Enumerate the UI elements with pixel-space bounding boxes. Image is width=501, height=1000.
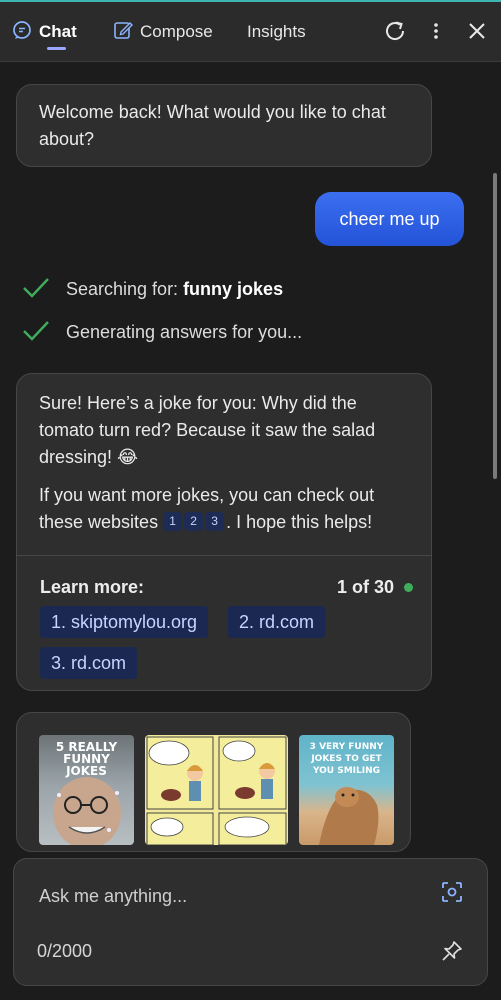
check-icon bbox=[22, 276, 50, 303]
image-thumbnail-1[interactable]: 5 REALLY FUNNY JOKES bbox=[39, 735, 134, 845]
learn-more-link-3[interactable]: 3. rd.com bbox=[40, 647, 138, 679]
citation-2[interactable]: 2 bbox=[184, 512, 204, 531]
more-icon[interactable] bbox=[421, 16, 451, 46]
image-results-card: 5 REALLY FUNNY JOKES 3 VERY FUNNY JOKES … bbox=[16, 712, 411, 852]
answer-message: Sure! Here’s a joke for you: Why did the… bbox=[16, 373, 432, 691]
active-tab-indicator bbox=[47, 47, 66, 50]
answer-paragraph-2-end: . I hope this helps! bbox=[226, 512, 373, 532]
camel-image-icon bbox=[319, 787, 379, 845]
tab-insights[interactable]: Insights bbox=[247, 2, 306, 62]
answer-paragraph-1: Sure! Here’s a joke for you: Why did the… bbox=[39, 393, 376, 467]
face-image-icon bbox=[53, 777, 121, 845]
image-thumbnail-2[interactable] bbox=[145, 735, 288, 845]
user-message: cheer me up bbox=[315, 192, 464, 246]
generating-label: Generating answers for you... bbox=[66, 322, 303, 342]
learn-more-link-2[interactable]: 2. rd.com bbox=[228, 606, 326, 638]
status-generating: Generating answers for you... bbox=[22, 319, 302, 346]
character-count: 0/2000 bbox=[37, 941, 93, 961]
composer: 0/2000 bbox=[13, 858, 488, 986]
comic-image-icon bbox=[146, 736, 287, 845]
check-icon bbox=[22, 319, 50, 346]
divider bbox=[17, 555, 431, 556]
status-dot-icon bbox=[404, 583, 414, 592]
welcome-text: Welcome back! What would you like to cha… bbox=[39, 102, 386, 149]
response-counter-text: 1 of 30 bbox=[337, 577, 395, 597]
response-counter: 1 of 30 bbox=[337, 574, 414, 601]
tab-compose-label: Compose bbox=[140, 22, 213, 41]
learn-more-link-1[interactable]: 1. skiptomylou.org bbox=[40, 606, 209, 638]
status-searching: Searching for: funny jokes bbox=[22, 276, 283, 303]
chat-input[interactable] bbox=[39, 883, 419, 909]
pin-icon[interactable] bbox=[438, 937, 466, 965]
tab-insights-label: Insights bbox=[247, 22, 306, 41]
tab-chat-label: Chat bbox=[39, 22, 77, 41]
visual-search-icon[interactable] bbox=[438, 878, 466, 906]
welcome-message: Welcome back! What would you like to cha… bbox=[16, 84, 432, 167]
image-thumbnail-3[interactable]: 3 VERY FUNNY JOKES TO GET YOU SMILING bbox=[299, 735, 394, 845]
learn-more-label: Learn more: bbox=[40, 577, 145, 597]
chat-icon bbox=[12, 20, 32, 45]
answer-paragraph-2: If you want more jokes, you can check ou… bbox=[39, 482, 409, 536]
scrollbar[interactable] bbox=[493, 173, 497, 479]
tab-chat[interactable]: Chat bbox=[12, 2, 77, 62]
header-bar: Chat Compose Insights bbox=[0, 2, 501, 62]
refresh-icon[interactable] bbox=[380, 16, 410, 46]
tab-compose[interactable]: Compose bbox=[113, 2, 213, 62]
close-icon[interactable] bbox=[462, 16, 492, 46]
compose-icon bbox=[113, 20, 133, 45]
citation-1[interactable]: 1 bbox=[163, 512, 183, 531]
user-message-text: cheer me up bbox=[339, 208, 440, 229]
citation-3[interactable]: 3 bbox=[205, 512, 225, 531]
searching-query: funny jokes bbox=[183, 279, 284, 299]
searching-label: Searching for: bbox=[66, 279, 184, 299]
